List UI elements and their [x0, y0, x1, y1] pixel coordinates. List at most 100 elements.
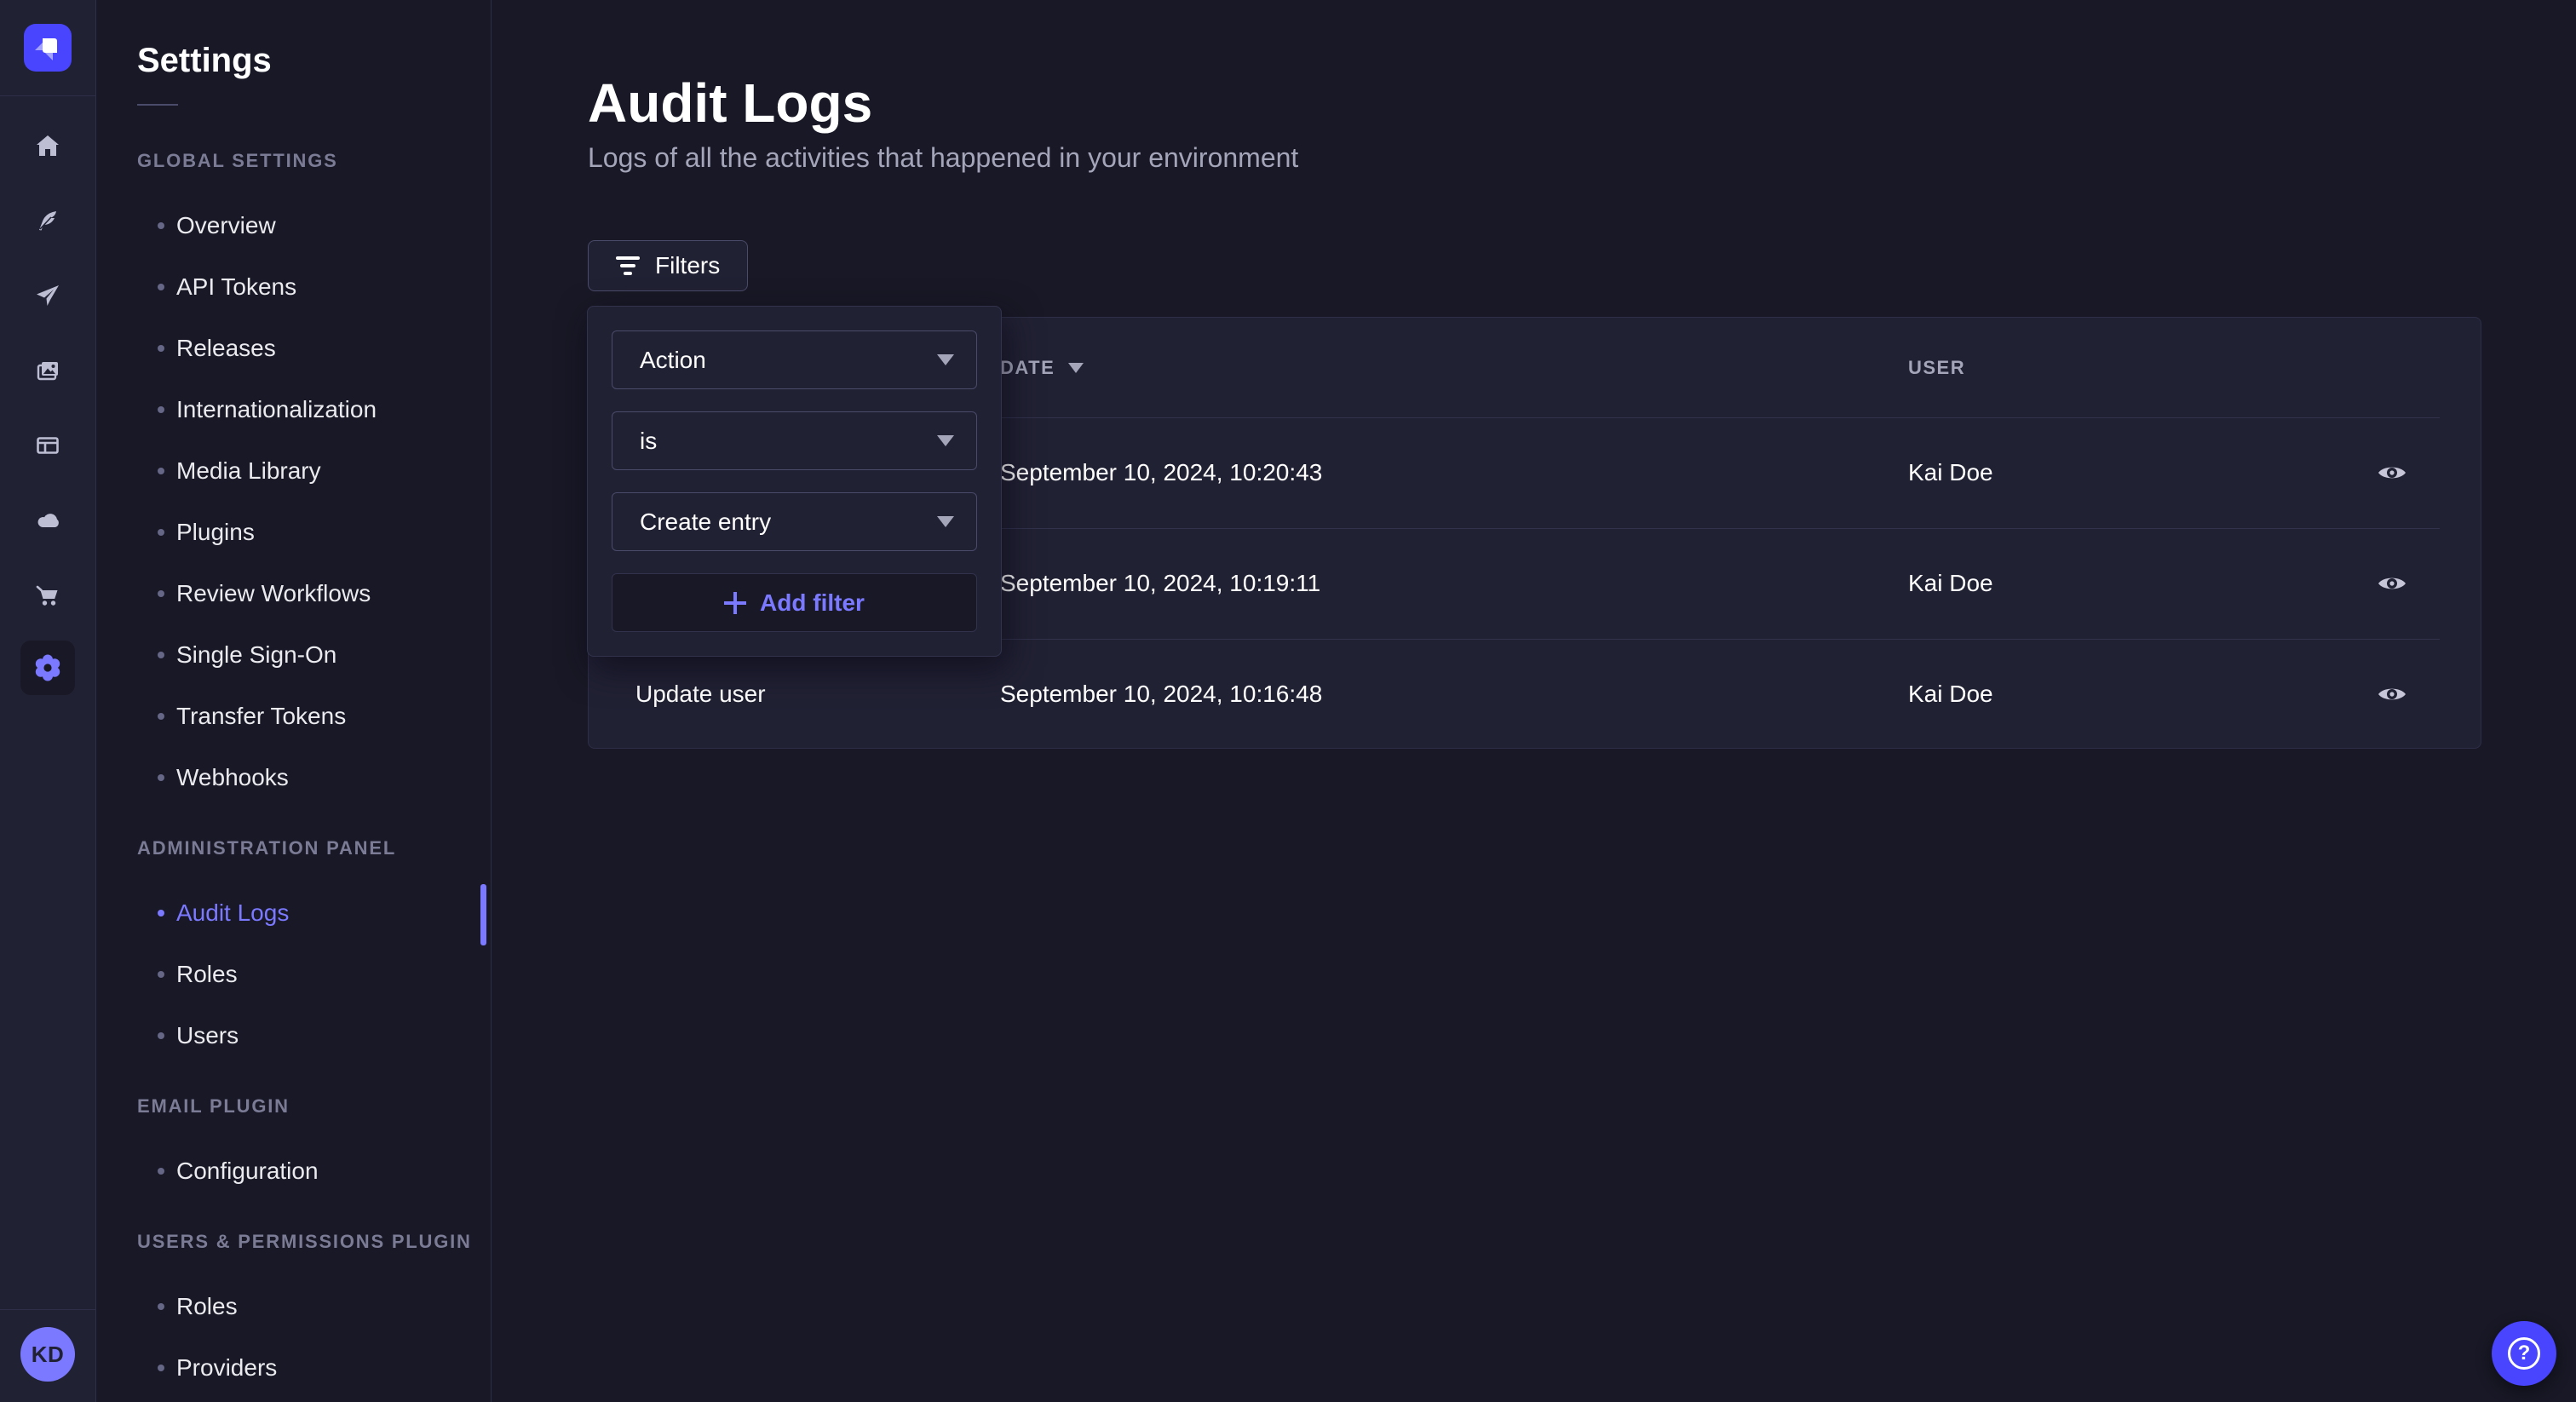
settings-sidebar: Settings GLOBAL SETTINGS Overview API To…	[96, 0, 492, 1402]
sidebar-item-configuration[interactable]: Configuration	[137, 1141, 491, 1202]
cell-user: Kai Doe	[1908, 459, 2368, 486]
add-filter-label: Add filter	[760, 589, 865, 617]
sidebar-title: Settings	[137, 41, 491, 80]
sidebar-item-transfer-tokens[interactable]: Transfer Tokens	[137, 686, 491, 747]
cell-date: September 10, 2024, 10:19:11	[1000, 570, 1908, 597]
rail-divider	[0, 95, 95, 96]
bullet-icon	[158, 1032, 164, 1039]
page-title: Audit Logs	[588, 72, 2576, 135]
filter-operator-value: is	[640, 428, 657, 455]
sidebar-item-label: Audit Logs	[176, 899, 289, 927]
view-log-button[interactable]	[2368, 675, 2416, 713]
cell-action: Update user	[589, 681, 1000, 708]
sidebar-item-label: Review Workflows	[176, 580, 371, 607]
bullet-icon	[158, 774, 164, 781]
filters-button[interactable]: Filters	[588, 240, 748, 291]
sidebar-item-roles-admin[interactable]: Roles	[137, 944, 491, 1005]
main-content: Audit Logs Logs of all the activities th…	[492, 0, 2576, 1402]
bullet-icon	[158, 1303, 164, 1310]
filter-popover: Action is Create entry Add filter	[587, 306, 1002, 657]
bullet-icon	[158, 345, 164, 352]
cell-date: September 10, 2024, 10:20:43	[1000, 459, 1908, 486]
eye-icon	[2377, 573, 2407, 594]
add-filter-button[interactable]: Add filter	[612, 573, 977, 632]
sidebar-item-single-sign-on[interactable]: Single Sign-On	[137, 624, 491, 686]
paper-plane-icon[interactable]	[34, 282, 61, 309]
sort-descending-icon	[1068, 363, 1084, 373]
sidebar-item-users-admin[interactable]: Users	[137, 1005, 491, 1066]
sidebar-item-label: Roles	[176, 1293, 238, 1320]
cart-icon[interactable]	[34, 582, 61, 609]
sidebar-item-roles-up[interactable]: Roles	[137, 1276, 491, 1337]
help-button[interactable]: ?	[2492, 1321, 2556, 1386]
bullet-icon	[158, 284, 164, 290]
gear-icon	[32, 652, 63, 683]
view-log-button[interactable]	[2368, 565, 2416, 602]
bullet-icon	[158, 529, 164, 536]
filter-value-value: Create entry	[640, 509, 771, 536]
filter-attribute-value: Action	[640, 347, 706, 374]
bullet-icon	[158, 910, 164, 916]
chevron-down-icon	[937, 516, 954, 527]
active-item-indicator	[480, 884, 486, 945]
app-root: KD Settings GLOBAL SETTINGS Overview API…	[0, 0, 2576, 1402]
section-label-administration-panel: ADMINISTRATION PANEL	[137, 837, 491, 859]
home-icon[interactable]	[34, 132, 61, 159]
column-header-date-label: DATE	[1000, 357, 1055, 379]
bullet-icon	[158, 1365, 164, 1371]
strapi-logo-icon	[24, 24, 72, 72]
view-log-button[interactable]	[2368, 454, 2416, 491]
bullet-icon	[158, 590, 164, 597]
bullet-icon	[158, 971, 164, 978]
bullet-icon	[158, 713, 164, 720]
question-mark-icon: ?	[2508, 1337, 2540, 1370]
sidebar-item-label: Overview	[176, 212, 276, 239]
settings-nav-active[interactable]	[20, 641, 75, 695]
cloud-icon[interactable]	[34, 507, 61, 534]
sidebar-item-label: API Tokens	[176, 273, 296, 301]
media-library-icon[interactable]	[34, 357, 61, 384]
sidebar-item-label: Media Library	[176, 457, 321, 485]
plus-icon	[724, 592, 746, 614]
bullet-icon	[158, 468, 164, 474]
sidebar-item-internationalization[interactable]: Internationalization	[137, 379, 491, 440]
layout-icon[interactable]	[34, 432, 61, 459]
cell-user: Kai Doe	[1908, 570, 2368, 597]
sidebar-item-media-library[interactable]: Media Library	[137, 440, 491, 502]
sidebar-item-releases[interactable]: Releases	[137, 318, 491, 379]
column-header-date[interactable]: DATE	[1000, 357, 1908, 379]
bullet-icon	[158, 1168, 164, 1175]
sidebar-item-review-workflows[interactable]: Review Workflows	[137, 563, 491, 624]
main-nav-rail: KD	[0, 0, 96, 1402]
sidebar-item-webhooks[interactable]: Webhooks	[137, 747, 491, 808]
section-label-global-settings: GLOBAL SETTINGS	[137, 150, 491, 172]
chevron-down-icon	[937, 354, 954, 365]
filter-value-select[interactable]: Create entry	[612, 492, 977, 551]
sidebar-item-audit-logs[interactable]: Audit Logs	[137, 882, 491, 944]
sidebar-item-label: Plugins	[176, 519, 255, 546]
sidebar-item-label: Webhooks	[176, 764, 289, 791]
filters-button-label: Filters	[655, 252, 720, 279]
bullet-icon	[158, 406, 164, 413]
sidebar-item-providers[interactable]: Providers	[137, 1337, 491, 1399]
sidebar-item-label: Internationalization	[176, 396, 377, 423]
sidebar-item-overview[interactable]: Overview	[137, 195, 491, 256]
sidebar-item-label: Releases	[176, 335, 276, 362]
rail-bottom-divider	[0, 1309, 95, 1310]
sidebar-item-plugins[interactable]: Plugins	[137, 502, 491, 563]
sidebar-item-label: Configuration	[176, 1158, 319, 1185]
page-subtitle: Logs of all the activities that happened…	[588, 141, 2576, 174]
sidebar-item-label: Roles	[176, 961, 238, 988]
sidebar-item-api-tokens[interactable]: API Tokens	[137, 256, 491, 318]
section-label-users-permissions-plugin: USERS & PERMISSIONS PLUGIN	[137, 1231, 491, 1253]
sidebar-item-label: Providers	[176, 1354, 277, 1382]
filter-attribute-select[interactable]: Action	[612, 330, 977, 389]
cell-date: September 10, 2024, 10:16:48	[1000, 681, 1908, 708]
feather-icon[interactable]	[34, 207, 61, 234]
strapi-logo[interactable]	[24, 24, 72, 72]
eye-icon	[2377, 463, 2407, 483]
user-avatar[interactable]: KD	[20, 1327, 75, 1382]
column-header-user: USER	[1908, 357, 2481, 379]
sidebar-item-label: Users	[176, 1022, 239, 1049]
filter-operator-select[interactable]: is	[612, 411, 977, 470]
